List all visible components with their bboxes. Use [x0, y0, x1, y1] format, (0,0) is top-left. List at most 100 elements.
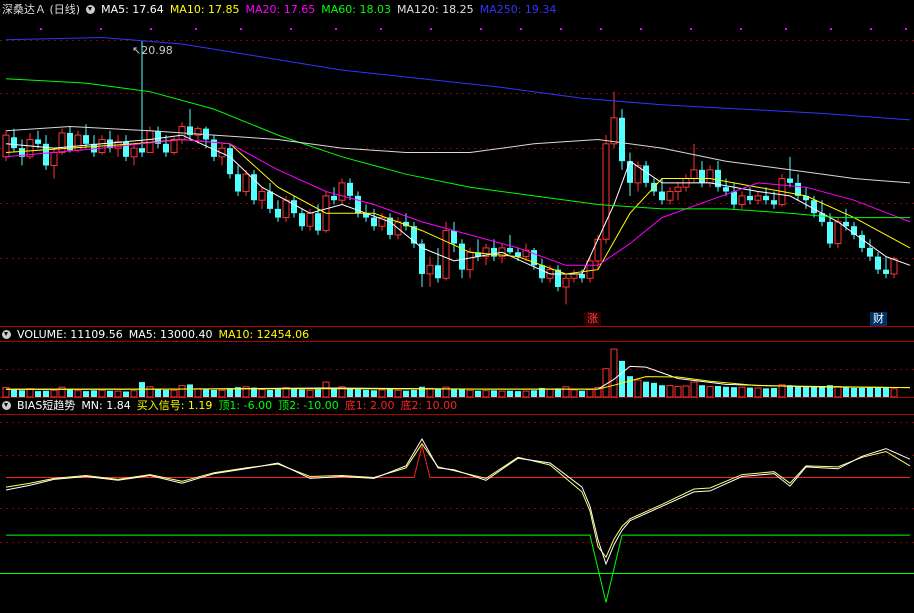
top-dot-10 [520, 28, 522, 30]
volume-bar-98 [787, 385, 793, 397]
candle-body-37 [299, 213, 305, 227]
volume-bar-46 [371, 390, 377, 397]
volume-bar-69 [555, 388, 561, 397]
volume-bar-85 [682, 385, 690, 398]
candle-body-10 [83, 135, 89, 144]
top-dot-15 [740, 28, 742, 30]
ma-label-0: MA5: 17.64 [101, 3, 164, 16]
candle-body-108 [867, 247, 873, 257]
volume-bar-11 [91, 390, 97, 397]
volume-bar-1 [11, 389, 17, 397]
candle-body-77 [619, 117, 625, 162]
high-price-value: 20.98 [141, 44, 173, 57]
candle-body-72 [579, 273, 585, 279]
volume-bar-40 [322, 381, 330, 398]
bias-label-6: 底2: 10.00 [400, 399, 458, 412]
ma-label-2: MA20: 17.65 [245, 3, 316, 16]
top-dot-12 [600, 28, 602, 30]
stock-title[interactable]: 深桑达Ａ (日线) [2, 3, 80, 16]
volume-bar-105 [843, 387, 849, 397]
candle-body-95 [763, 195, 769, 201]
dropdown-icon[interactable] [2, 401, 11, 410]
ma-label-1: MA10: 17.85 [169, 3, 240, 16]
candle-body-98 [787, 178, 793, 183]
volume-bar-66 [531, 390, 537, 397]
volume-bar-72 [579, 390, 585, 397]
badge-cai[interactable]: 财 [870, 312, 887, 326]
volume-bar-13 [107, 390, 113, 397]
volume-bar-78 [627, 376, 633, 397]
candle-body-110 [883, 269, 889, 274]
bias-label-5: 底1: 2.00 [344, 399, 395, 412]
volume-legend: VOLUME: 11109.56 MA5: 13000.40 MA10: 12454… [17, 328, 315, 341]
candle-body-29 [235, 174, 241, 192]
volume-bar-96 [771, 387, 777, 397]
volume-bar-26 [211, 389, 217, 397]
volume-bar-8 [67, 389, 73, 397]
volume-bar-14 [114, 390, 122, 398]
candle-body-38 [306, 212, 314, 227]
bias-lines [0, 437, 914, 603]
volume-bar-3 [26, 388, 34, 398]
candle-body-21 [170, 138, 178, 153]
volume-bar-19 [155, 389, 161, 397]
volume-bar-76 [610, 348, 618, 398]
bias-label-4: 顶2: -10.00 [278, 399, 339, 412]
bias-buy-signal-line [5, 442, 911, 559]
top-dot-1 [100, 28, 102, 30]
volume-bar-80 [643, 381, 649, 397]
badge-zhang[interactable]: 涨 [584, 312, 601, 326]
candle-body-42 [338, 182, 346, 201]
candle-body-78 [627, 161, 633, 183]
dropdown-icon[interactable] [2, 330, 11, 339]
volume-bar-47 [378, 389, 386, 398]
volume-bar-87 [699, 385, 705, 397]
candle-body-32 [258, 191, 266, 201]
volume-bar-91 [731, 387, 737, 397]
top-dot-18 [870, 28, 872, 30]
candle-body-86 [690, 169, 698, 180]
candle-body-16 [130, 147, 138, 158]
volume-label-0: VOLUME: 11109.56 [17, 328, 123, 341]
volume-bar-60 [482, 390, 490, 398]
top-dot-14 [690, 28, 692, 30]
candle-body-1 [11, 137, 17, 149]
top-dot-0 [40, 28, 42, 30]
volume-bar-28 [227, 388, 233, 397]
candle-body-33 [267, 191, 273, 209]
volume-bar-18 [146, 386, 154, 398]
price-header: 深桑达Ａ (日线) MA5: 17.64 MA10: 17.85 MA20: 17.6… [2, 2, 568, 18]
kline-chart[interactable] [0, 0, 914, 613]
volume-bar-68 [546, 388, 554, 398]
candle-body-39 [315, 213, 321, 231]
candle-body-43 [347, 182, 353, 196]
volume-bar-100 [803, 387, 809, 397]
top-dot-5 [290, 28, 292, 30]
candle-body-92 [738, 195, 746, 206]
volume-bar-16 [130, 390, 138, 398]
candle-body-94 [754, 195, 762, 201]
candle-body-17 [139, 148, 145, 153]
volume-bar-54 [435, 388, 441, 397]
volume-bar-110 [883, 387, 889, 397]
volume-bar-73 [586, 389, 594, 398]
candle-body-93 [747, 195, 753, 201]
top-dots [40, 28, 907, 30]
top-dot-9 [480, 28, 482, 30]
top-dot-4 [240, 28, 242, 30]
top-dot-16 [785, 28, 787, 30]
dropdown-icon[interactable] [86, 5, 96, 14]
volume-bar-48 [387, 388, 393, 397]
top-dot-3 [195, 28, 197, 30]
volume-bar-83 [666, 385, 674, 398]
volume-bar-93 [747, 387, 753, 397]
volume-bar-109 [875, 387, 881, 397]
bias-top-signal-line [6, 534, 910, 603]
top-dot-11 [560, 28, 562, 30]
volume-bar-95 [763, 388, 769, 397]
candle-body-20 [163, 143, 169, 153]
volume-bar-20 [163, 389, 169, 397]
volume-bar-64 [515, 391, 521, 397]
bias-label-3: 顶1: -6.00 [218, 399, 273, 412]
volume-bar-34 [275, 389, 281, 397]
